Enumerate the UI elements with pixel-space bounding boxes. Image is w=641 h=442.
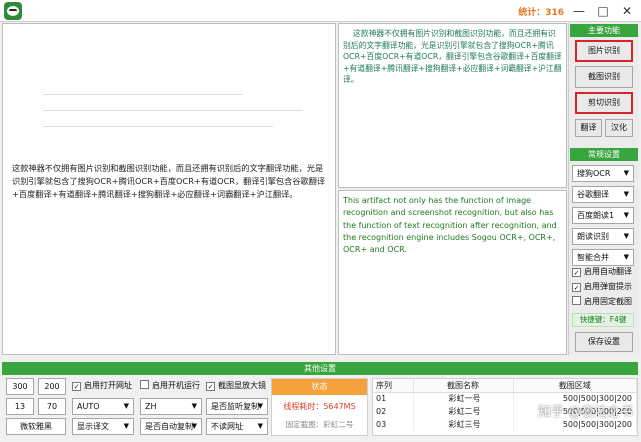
status-header: 状态 bbox=[272, 379, 367, 395]
open-url-label: 启用打开网址 bbox=[84, 381, 132, 390]
chevron-down-icon: ▼ bbox=[623, 232, 629, 240]
close-icon[interactable]: ✕ bbox=[615, 0, 639, 22]
translate-engine-value: 谷歌翻译 bbox=[577, 190, 609, 199]
chevron-down-icon: ▼ bbox=[191, 402, 197, 410]
no-url-select[interactable]: 不读网址 ▼ bbox=[206, 418, 268, 435]
title-bar: 统计：316 — □ ✕ bbox=[0, 0, 641, 22]
startup-label: 启用开机运行 bbox=[152, 381, 200, 390]
screenshot-recognition-button[interactable]: 截图识别 bbox=[575, 66, 633, 88]
source-text: 这款神器不仅拥有图片识别和截图识别功能，而且还拥有识别后的文字翻译功能，光是识别… bbox=[12, 163, 326, 199]
chevron-down-icon: ▼ bbox=[623, 253, 629, 261]
chevron-down-icon: ▼ bbox=[123, 422, 129, 430]
chevron-down-icon: ▼ bbox=[123, 402, 129, 410]
listen-copy-select[interactable]: 是否监听复制 ▼ bbox=[206, 398, 268, 415]
fixed-screenshot-text: 固定截图：彩虹二号 bbox=[285, 420, 354, 429]
checked-icon: ✓ bbox=[572, 268, 581, 277]
num2-field[interactable]: 70 bbox=[38, 398, 66, 415]
clip-recognition-button[interactable]: 剪切识别 bbox=[575, 92, 633, 114]
checked-icon: ✓ bbox=[206, 382, 215, 391]
chinese-button[interactable]: 汉化 bbox=[605, 119, 633, 137]
status-panel: 状态 线程耗时：5647MS 固定截图：彩虹二号 bbox=[271, 378, 368, 436]
table-cell: 03 bbox=[373, 418, 414, 431]
popup-tip-label: 启用弹窗提示 bbox=[584, 282, 632, 291]
main-functions-header: 主要功能 bbox=[570, 24, 638, 37]
table-cell: 彩虹三号 bbox=[413, 418, 514, 431]
startup-checkbox[interactable]: 启用开机运行 bbox=[140, 380, 210, 392]
zoom-label: 截图显放大镜 bbox=[218, 381, 266, 390]
listen-copy-value: 是否监听复制 bbox=[211, 402, 259, 411]
save-settings-button[interactable]: 保存设置 bbox=[575, 332, 633, 352]
table-cell: 01 bbox=[373, 392, 414, 405]
translation-result-area[interactable]: This artifact not only has the function … bbox=[338, 190, 567, 355]
translation-result-text: This artifact not only has the function … bbox=[343, 196, 557, 255]
auto-translate-label: 启用自动翻译 bbox=[584, 267, 632, 276]
other-settings-header: 其他设置 bbox=[2, 362, 638, 375]
watermark: 知乎 @夜法之书 bbox=[537, 405, 633, 420]
auto-copy-value: 是否自动复制 bbox=[145, 422, 193, 431]
column-header: 序列 bbox=[373, 379, 414, 393]
width-field[interactable]: 300 bbox=[6, 378, 34, 395]
table-cell: 彩虹二号 bbox=[413, 405, 514, 418]
reading-engine-select[interactable]: 百度朗读1 ▼ bbox=[572, 207, 634, 224]
source-text-area[interactable]: 这款神器不仅拥有图片识别和截图识别功能，而且还拥有识别后的文字翻译功能，光是识别… bbox=[2, 23, 336, 355]
chevron-down-icon: ▼ bbox=[623, 211, 629, 219]
ocr-engine-value: 搜狗OCR bbox=[577, 169, 611, 178]
minimize-icon[interactable]: — bbox=[567, 0, 591, 22]
popup-tip-checkbox[interactable]: ✓ 启用弹窗提示 bbox=[572, 281, 640, 293]
fixed-screenshot-label: 启用固定截图 bbox=[584, 297, 632, 306]
auto-translate-checkbox[interactable]: ✓ 启用自动翻译 bbox=[572, 266, 640, 278]
zoom-checkbox[interactable]: ✓ 截图显放大镜 bbox=[206, 380, 272, 392]
column-header: 截图名称 bbox=[413, 379, 514, 393]
background-ghost-image bbox=[43, 94, 333, 142]
height-field[interactable]: 200 bbox=[38, 378, 66, 395]
stats-counter: 统计：316 bbox=[518, 8, 564, 18]
image-recognition-button[interactable]: 图片识别 bbox=[575, 40, 633, 62]
num1-field[interactable]: 13 bbox=[6, 398, 34, 415]
ocr-result-area[interactable]: 这款神器不仅拥有图片识别和截图识别功能，而且还拥有识别后的文字翻译功能，光是识别… bbox=[338, 23, 567, 188]
thread-time-text: 线程耗时：5647MS bbox=[283, 402, 356, 411]
table-cell: 02 bbox=[373, 405, 414, 418]
maximize-icon[interactable]: □ bbox=[591, 0, 615, 22]
source-lang-select[interactable]: AUTO ▼ bbox=[72, 398, 134, 415]
fixed-screenshot-checkbox[interactable]: 启用固定截图 bbox=[572, 296, 640, 308]
target-lang-value: ZH bbox=[145, 402, 157, 411]
show-translation-value: 显示译文 bbox=[77, 422, 109, 431]
ocr-engine-select[interactable]: 搜狗OCR ▼ bbox=[572, 165, 634, 182]
auto-copy-select[interactable]: 是否自动复制 ▼ bbox=[140, 418, 202, 435]
unchecked-box-icon bbox=[572, 296, 581, 305]
show-translation-select[interactable]: 显示译文 ▼ bbox=[72, 418, 134, 435]
chevron-down-icon: ▼ bbox=[257, 402, 263, 410]
table-cell: 彩虹一号 bbox=[413, 392, 514, 405]
checked-icon: ✓ bbox=[72, 382, 81, 391]
column-header: 截图区域 bbox=[513, 379, 637, 393]
ocr-result-text: 这款神器不仅拥有图片识别和截图识别功能，而且还拥有识别后的文字翻译功能，光是识别… bbox=[343, 29, 562, 84]
table-header-row: 序列 截图名称 截图区域 bbox=[373, 379, 637, 393]
target-lang-select[interactable]: ZH ▼ bbox=[140, 398, 202, 415]
merge-mode-value: 智能合并 bbox=[577, 253, 609, 262]
font-field[interactable]: 微软雅黑 bbox=[6, 418, 66, 435]
chevron-down-icon: ▼ bbox=[191, 422, 197, 430]
reading-engine-value: 百度朗读1 bbox=[577, 211, 615, 220]
translate-engine-select[interactable]: 谷歌翻译 ▼ bbox=[572, 186, 634, 203]
read-mode-select[interactable]: 朗读识别 ▼ bbox=[572, 228, 634, 245]
translate-button[interactable]: 翻译 bbox=[575, 119, 602, 137]
read-mode-value: 朗读识别 bbox=[577, 232, 609, 241]
merge-mode-select[interactable]: 智能合并 ▼ bbox=[572, 249, 634, 266]
panda-logo-icon bbox=[4, 2, 22, 20]
source-lang-value: AUTO bbox=[77, 402, 100, 411]
unchecked-box-icon bbox=[140, 380, 149, 389]
no-url-value: 不读网址 bbox=[211, 422, 243, 431]
chevron-down-icon: ▼ bbox=[623, 169, 629, 177]
checked-icon: ✓ bbox=[572, 283, 581, 292]
chevron-down-icon: ▼ bbox=[257, 422, 263, 430]
open-url-checkbox[interactable]: ✓ 启用打开网址 bbox=[72, 380, 142, 392]
common-settings-header: 常规设置 bbox=[570, 148, 638, 161]
shortcut-label: 快捷键：F4键 bbox=[572, 313, 634, 327]
chevron-down-icon: ▼ bbox=[623, 190, 629, 198]
